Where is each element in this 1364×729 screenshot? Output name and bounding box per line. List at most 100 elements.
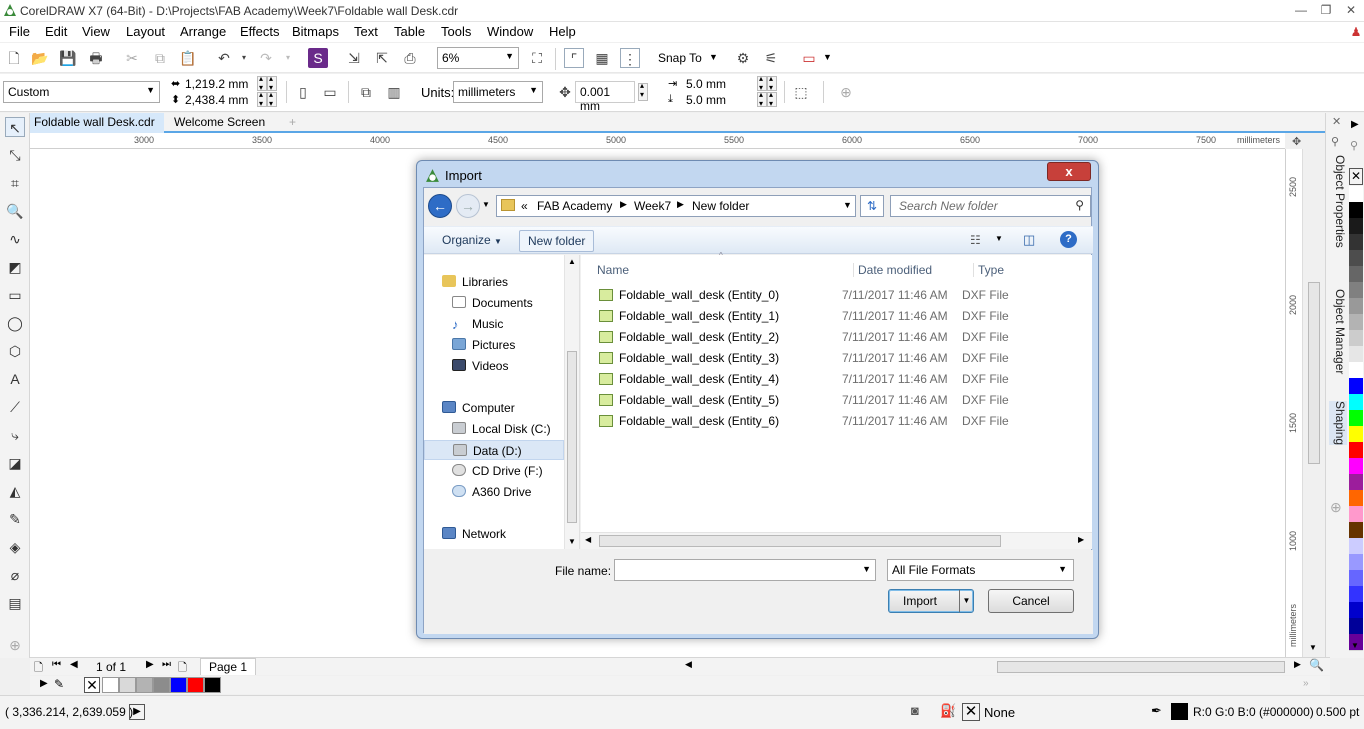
palette-swatch[interactable] <box>1349 378 1363 395</box>
palette-swatch[interactable] <box>1349 570 1363 587</box>
import-options-dropdown-icon[interactable]: ▼ <box>959 590 973 612</box>
doc-palette-swatch[interactable] <box>102 677 119 693</box>
breadcrumb-week7[interactable]: Week7 <box>634 199 671 213</box>
eyedropper-tool-icon[interactable]: ✎ <box>5 509 25 529</box>
import-icon[interactable]: ⇲ <box>344 48 364 68</box>
nav-music[interactable]: ♪ Music <box>452 314 503 334</box>
palette-scroll-down-icon[interactable]: ▼ <box>1351 641 1359 650</box>
page-height-field[interactable]: 2,438.4 mm <box>185 93 248 107</box>
tab-object-properties[interactable]: Object Properties <box>1329 155 1347 248</box>
current-page-icon[interactable]: ▥ <box>384 82 404 102</box>
drop-shadow-tool-icon[interactable]: ◪ <box>5 453 25 473</box>
next-page-icon[interactable]: ▶ <box>146 659 154 670</box>
crop-tool-icon[interactable]: ⌗ <box>5 173 25 193</box>
vertical-ruler[interactable]: 2500 2000 1500 1000 millimeters <box>1285 149 1302 657</box>
welcome-screen-icon[interactable]: ▭ <box>799 48 819 68</box>
chevron-down-icon[interactable]: ▼ <box>823 52 832 62</box>
pin-docker-icon[interactable]: ⚲ <box>1331 135 1339 148</box>
palette-swatch[interactable] <box>1349 282 1363 299</box>
doc-palette-swatch[interactable] <box>187 677 204 693</box>
doc-palette-swatch[interactable] <box>170 677 187 693</box>
outline-color-swatch[interactable] <box>1171 703 1188 720</box>
doc-palette-swatch[interactable] <box>136 677 153 693</box>
nav-videos[interactable]: Videos <box>452 356 508 376</box>
doc-palette-swatch[interactable] <box>204 677 221 693</box>
no-color-swatch[interactable]: ✕ <box>1349 168 1363 185</box>
breadcrumb-separator-icon[interactable]: ▶ <box>677 199 684 210</box>
redo-dropdown-icon[interactable]: ▾ <box>278 48 298 68</box>
close-window-button[interactable]: ✕ <box>1340 2 1362 18</box>
back-arrow-icon[interactable]: ← <box>428 194 452 218</box>
nudge-distance-field[interactable]: 0.001 mm <box>575 81 635 113</box>
navigation-scroll-thumb[interactable] <box>567 351 577 523</box>
menu-effects[interactable]: Effects <box>240 24 280 39</box>
copy-icon[interactable]: ⧉ <box>150 48 170 68</box>
doc-palette-swatch[interactable] <box>119 677 136 693</box>
parallel-dimension-tool-icon[interactable]: ⟋ <box>5 397 25 417</box>
menu-tools[interactable]: Tools <box>441 24 471 39</box>
shape-tool-icon[interactable]: ⤡ <box>5 145 25 165</box>
file-list-horizontal-scrollbar[interactable]: ◀ ▶ <box>581 532 1092 549</box>
save-icon[interactable]: 💾 <box>58 48 78 68</box>
dup-y-spinner[interactable] <box>757 90 767 108</box>
width-spinner-alt[interactable] <box>267 74 277 92</box>
file-row[interactable]: Foldable_wall_desk (Entity_3) 7/11/2017 1… <box>599 348 1079 369</box>
menu-layout[interactable]: Layout <box>126 24 165 39</box>
file-row[interactable]: Foldable_wall_desk (Entity_5) 7/11/2017 1… <box>599 390 1079 411</box>
scroll-left-icon[interactable]: ◀ <box>585 535 591 544</box>
palette-swatch[interactable] <box>1349 202 1363 219</box>
zoom-level-combo[interactable]: 6% ▼ <box>437 47 519 69</box>
tab-foldable-wall-desk[interactable]: Foldable wall Desk.cdr <box>30 113 164 133</box>
rectangle-tool-icon[interactable]: ▭ <box>5 285 25 305</box>
no-color-swatch[interactable]: ✕ <box>84 677 100 693</box>
menu-edit[interactable]: Edit <box>45 24 67 39</box>
vertical-scroll-thumb[interactable] <box>1308 282 1320 464</box>
text-tool-icon[interactable]: A <box>5 369 25 389</box>
address-history-icon[interactable]: ▼ <box>843 200 852 210</box>
all-pages-icon[interactable]: ⧉ <box>356 82 376 102</box>
organize-button[interactable]: Organize ▼ <box>434 230 510 252</box>
duplicate-distance-x[interactable]: 5.0 mm <box>686 77 726 91</box>
add-tool-icon[interactable]: ⊕ <box>5 635 25 655</box>
new-document-icon[interactable]: 🗋 <box>4 48 24 68</box>
breadcrumb-separator-icon[interactable]: ▶ <box>620 199 627 210</box>
dup-y-spinner-alt[interactable] <box>767 90 777 108</box>
file-name-input[interactable]: ▼ <box>614 559 876 581</box>
no-fill-swatch[interactable]: ✕ <box>962 703 980 721</box>
tab-shaping[interactable]: Shaping <box>1329 401 1347 446</box>
color-proofing-icon[interactable]: ◙ <box>911 703 919 718</box>
horizontal-scroll-thumb[interactable] <box>997 661 1285 673</box>
palette-swatch[interactable] <box>1349 330 1363 347</box>
user-account-icon[interactable]: ♟ <box>1345 24 1364 40</box>
menu-arrange[interactable]: Arrange <box>180 24 226 39</box>
column-date-modified[interactable]: Date modified <box>853 263 932 277</box>
dialog-close-button[interactable]: x <box>1047 162 1091 181</box>
view-options-icon[interactable]: ☷ <box>970 233 981 247</box>
palette-swatch[interactable] <box>1349 618 1363 635</box>
connector-tool-icon[interactable]: ⤷ <box>5 425 25 445</box>
nav-network[interactable]: Network <box>442 524 506 544</box>
palette-swatch[interactable] <box>1349 298 1363 315</box>
print-icon[interactable]: 🖶 <box>86 48 106 68</box>
scroll-right-icon[interactable]: ▶ <box>1294 659 1301 670</box>
undo-dropdown-icon[interactable]: ▾ <box>234 48 254 68</box>
menu-bitmaps[interactable]: Bitmaps <box>292 24 339 39</box>
palette-swatch[interactable] <box>1349 250 1363 267</box>
tab-page-1[interactable]: Page 1 <box>200 658 257 675</box>
palette-swatch[interactable] <box>1349 234 1363 251</box>
palette-swatch[interactable] <box>1349 538 1363 555</box>
search-icon[interactable]: ⚲ <box>1075 198 1084 212</box>
export-icon[interactable]: ⇱ <box>372 48 392 68</box>
nav-libraries[interactable]: Libraries <box>442 272 508 292</box>
scroll-down-icon[interactable]: ▼ <box>1309 643 1317 652</box>
chevron-down-icon[interactable]: ▼ <box>995 234 1003 243</box>
show-grid-icon[interactable]: ▦ <box>592 48 612 68</box>
nav-data-d[interactable]: Data (D:) <box>424 440 564 460</box>
breadcrumb-fab-academy[interactable]: FAB Academy <box>537 199 612 213</box>
freehand-tool-icon[interactable]: ∿ <box>5 229 25 249</box>
last-page-icon[interactable]: ⏭ <box>162 659 171 670</box>
search-input[interactable]: Search New folder ⚲ <box>890 195 1091 217</box>
nav-computer[interactable]: Computer <box>442 398 515 418</box>
restore-button[interactable]: ❐ <box>1315 2 1337 18</box>
first-page-icon[interactable]: ⏮ <box>52 659 61 670</box>
